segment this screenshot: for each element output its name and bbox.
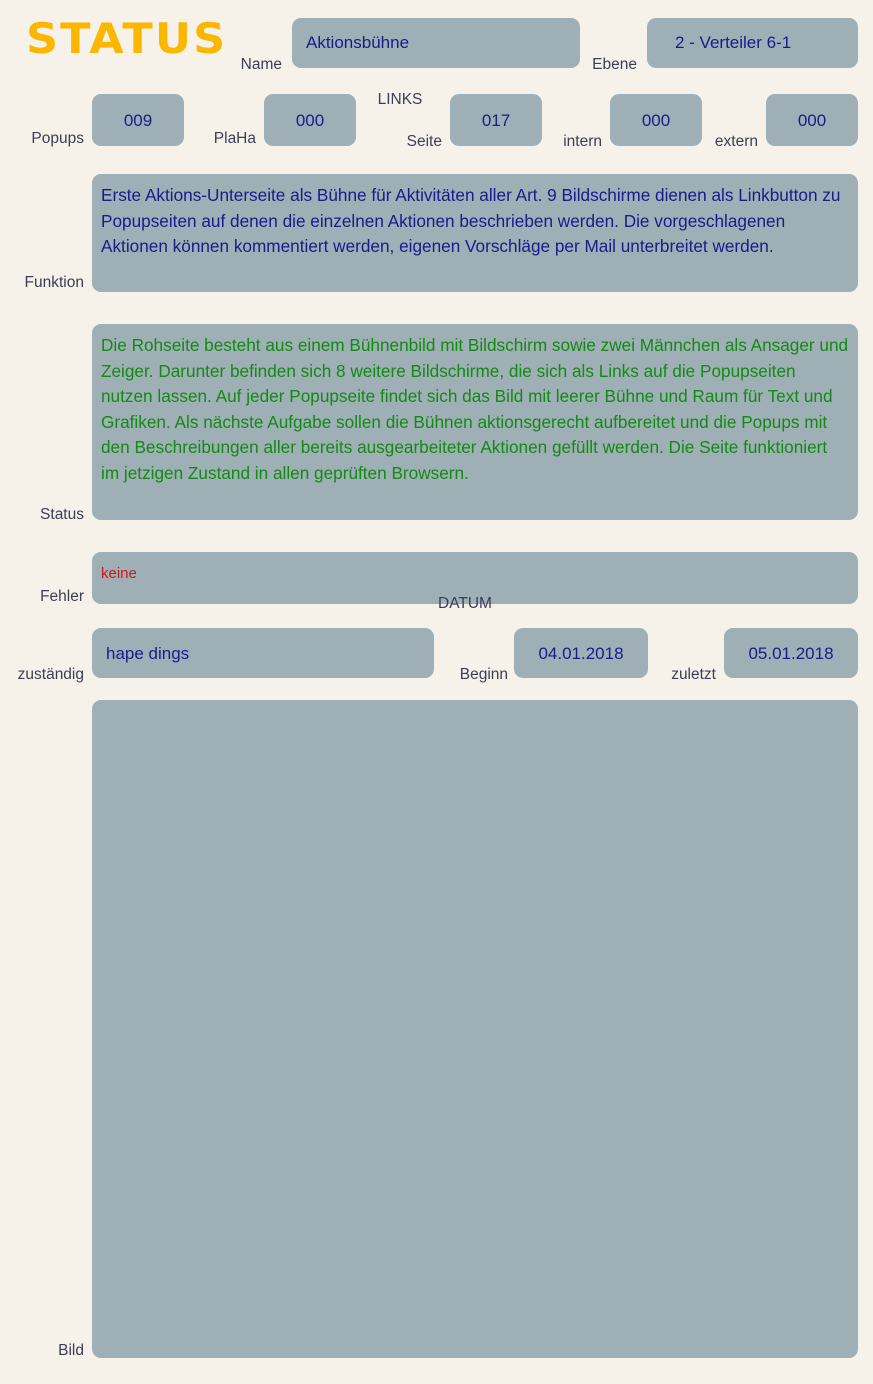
plaha-value: 000 (295, 111, 325, 130)
status-textarea[interactable]: Die Rohseite besteht aus einem Bühnenbil… (92, 324, 858, 520)
seite-label: Seite (406, 133, 442, 150)
name-value: Aktionsbühne (306, 33, 410, 52)
name-label: Name (240, 56, 282, 73)
bild-label: Bild (58, 1342, 84, 1359)
intern-value: 000 (641, 111, 671, 130)
funktion-label: Funktion (24, 274, 84, 291)
bild-preview-area[interactable] (92, 700, 858, 1358)
zustaendig-label: zuständig (17, 666, 84, 683)
page-title: STATUS (26, 14, 228, 63)
plaha-label: PlaHa (213, 130, 256, 147)
popups-value: 009 (123, 111, 153, 130)
seite-value: 017 (481, 111, 511, 130)
status-sheet: STATUS Aktionsbühne Name 2 - Verteiler 6… (0, 0, 873, 1384)
fehler-text: keine (101, 565, 137, 582)
datum-group-label: DATUM (438, 595, 492, 612)
plaha-counter-field[interactable]: 000 (264, 94, 356, 146)
popups-counter-field[interactable]: 009 (92, 94, 184, 146)
extern-label: extern (714, 133, 758, 150)
beginn-value: 04.01.2018 (538, 644, 624, 663)
fehler-label: Fehler (40, 588, 84, 605)
links-group-label: LINKS (377, 91, 423, 108)
status-label: Status (40, 506, 84, 523)
beginn-label: Beginn (459, 666, 508, 683)
extern-value: 000 (797, 111, 827, 130)
status-text: Die Rohseite besteht aus einem Bühnenbil… (101, 335, 853, 483)
zuletzt-label: zuletzt (671, 666, 716, 683)
ebene-field[interactable]: 2 - Verteiler 6-1 (647, 18, 858, 68)
funktion-text: Erste Aktions-Unterseite als Bühne für A… (101, 185, 846, 256)
extern-counter-field[interactable]: 000 (766, 94, 858, 146)
ebene-value: 2 - Verteiler 6-1 (675, 33, 792, 52)
ebene-label: Ebene (592, 56, 637, 73)
zuletzt-date-field[interactable]: 05.01.2018 (724, 628, 858, 678)
intern-label: intern (563, 133, 602, 150)
popups-label: Popups (31, 130, 84, 147)
funktion-textarea[interactable]: Erste Aktions-Unterseite als Bühne für A… (92, 174, 858, 292)
zustaendig-field[interactable]: hape dings (92, 628, 434, 678)
zustaendig-value: hape dings (106, 644, 190, 663)
zuletzt-value: 05.01.2018 (748, 644, 834, 663)
